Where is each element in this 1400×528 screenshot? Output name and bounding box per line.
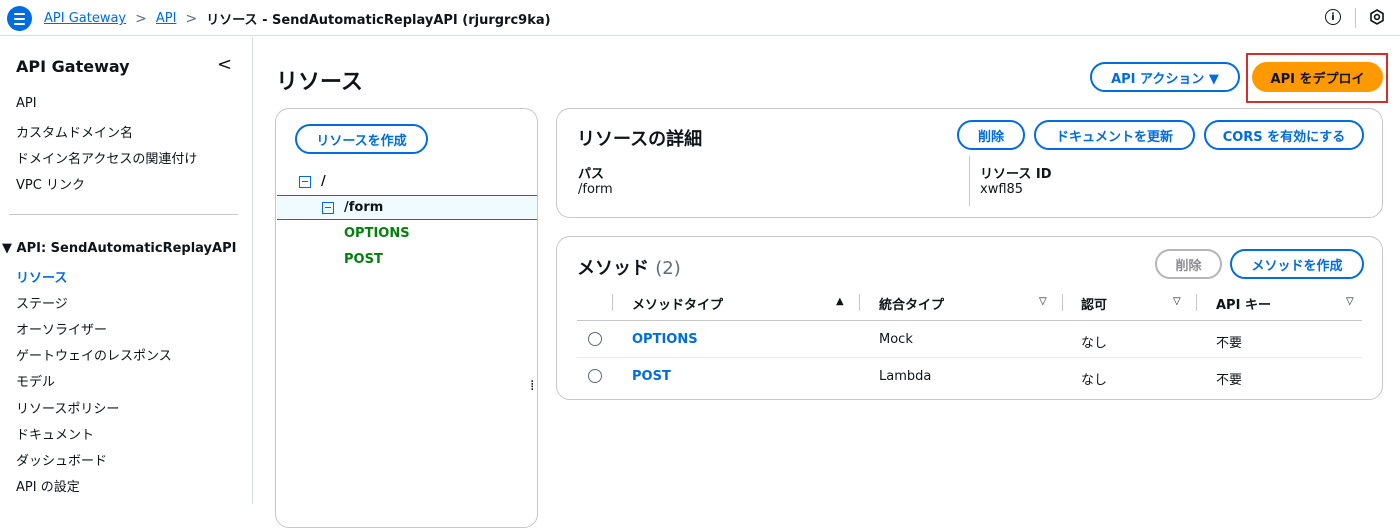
methods-title-text: メソッド bbox=[577, 258, 649, 279]
table-row-divider bbox=[577, 357, 1362, 358]
methods-title: メソッド (2) bbox=[577, 254, 681, 280]
tree-node-form-label: /form bbox=[344, 200, 384, 215]
breadcrumb-current: リソース - SendAutomaticReplayAPI (rjurgrc9k… bbox=[206, 13, 551, 28]
method-link-post[interactable]: POST bbox=[632, 369, 671, 384]
sidebar-item-models[interactable]: モデル bbox=[16, 371, 55, 390]
method-link-options[interactable]: OPTIONS bbox=[632, 332, 698, 347]
integration-type-cell: Mock bbox=[879, 332, 913, 347]
breadcrumb-separator: > bbox=[135, 10, 147, 27]
collapse-sidebar-icon[interactable]: < bbox=[217, 54, 232, 75]
create-resource-button[interactable]: リソースを作成 bbox=[295, 124, 428, 154]
breadcrumb-api-gateway[interactable]: API Gateway bbox=[44, 11, 126, 26]
sidebar-item-api-settings[interactable]: API の設定 bbox=[16, 476, 80, 495]
sidebar-item-dashboard[interactable]: ダッシュボード bbox=[16, 450, 107, 469]
column-header-integration-type[interactable]: 統合タイプ bbox=[879, 294, 944, 313]
sidebar-item-stages[interactable]: ステージ bbox=[16, 293, 68, 312]
panel-resize-handle[interactable]: ⁞ bbox=[530, 378, 534, 394]
deploy-api-button[interactable]: API をデプロイ bbox=[1252, 62, 1383, 92]
sidebar-item-api[interactable]: API bbox=[16, 96, 37, 111]
path-value: /form bbox=[578, 182, 613, 197]
sort-ascending-icon[interactable]: ▲ bbox=[836, 296, 844, 307]
column-separator bbox=[1196, 294, 1197, 311]
collapse-icon[interactable] bbox=[299, 175, 311, 188]
sidebar-divider bbox=[9, 214, 238, 215]
resource-id-label: リソース ID bbox=[980, 167, 1052, 182]
tree-method-post[interactable]: POST bbox=[344, 252, 383, 267]
sidebar: API Gateway < API カスタムドメイン名 ドメイン名アクセスの関連… bbox=[0, 37, 253, 504]
column-header-api-key[interactable]: API キー bbox=[1216, 294, 1271, 313]
resource-detail-title: リソースの詳細 bbox=[577, 129, 703, 150]
tree-node-root-label: / bbox=[321, 174, 326, 189]
update-documentation-button[interactable]: ドキュメントを更新 bbox=[1034, 120, 1195, 150]
tree-node-root[interactable]: / bbox=[299, 174, 326, 189]
resource-id-value: xwfl85 bbox=[980, 182, 1024, 197]
table-header-line bbox=[577, 320, 1362, 321]
create-method-button[interactable]: メソッドを作成 bbox=[1230, 249, 1364, 279]
sidebar-item-resources[interactable]: リソース bbox=[16, 267, 67, 286]
api-key-cell: 不要 bbox=[1216, 373, 1243, 388]
sidebar-item-documentation[interactable]: ドキュメント bbox=[16, 424, 94, 443]
sort-icon[interactable]: ▽ bbox=[1173, 296, 1181, 307]
sidebar-item-custom-domain[interactable]: カスタムドメイン名 bbox=[16, 122, 133, 141]
sidebar-section-api[interactable]: ▼ API: SendAutomaticReplayAPI bbox=[2, 241, 236, 256]
resource-tree-panel bbox=[275, 108, 538, 528]
top-navigation-bar: API Gateway > API > リソース - SendAutomatic… bbox=[0, 0, 1400, 36]
tree-selected-row bbox=[277, 195, 537, 220]
column-header-authorization[interactable]: 認可 bbox=[1081, 294, 1107, 313]
sidebar-item-domain-access[interactable]: ドメイン名アクセスの関連付け bbox=[16, 148, 197, 167]
settings-icon[interactable] bbox=[1369, 9, 1385, 25]
sort-icon[interactable]: ▽ bbox=[1039, 296, 1047, 307]
enable-cors-button[interactable]: CORS を有効にする bbox=[1204, 120, 1364, 150]
sidebar-item-authorizers[interactable]: オーソライザー bbox=[16, 319, 107, 338]
column-header-method-type[interactable]: メソッドタイプ bbox=[632, 294, 723, 313]
column-separator bbox=[859, 294, 860, 311]
column-separator bbox=[1062, 294, 1063, 311]
tree-node-form[interactable]: /form bbox=[322, 200, 383, 215]
detail-divider bbox=[969, 156, 970, 206]
breadcrumb: API Gateway > API > リソース - SendAutomatic… bbox=[44, 9, 551, 29]
sidebar-title: API Gateway bbox=[16, 57, 130, 76]
api-actions-button[interactable]: API アクション ▼ bbox=[1090, 62, 1240, 92]
sort-icon[interactable]: ▽ bbox=[1346, 296, 1354, 307]
collapse-icon[interactable] bbox=[322, 201, 334, 214]
tree-method-options[interactable]: OPTIONS bbox=[344, 226, 410, 241]
api-key-cell: 不要 bbox=[1216, 336, 1243, 351]
integration-type-cell: Lambda bbox=[879, 369, 932, 384]
row-radio-button[interactable] bbox=[588, 369, 602, 383]
authorization-cell: なし bbox=[1081, 336, 1108, 351]
sidebar-item-gateway-responses[interactable]: ゲートウェイのレスポンス bbox=[16, 345, 172, 364]
methods-count: (2) bbox=[655, 258, 681, 279]
breadcrumb-separator: > bbox=[185, 10, 198, 27]
sidebar-item-resource-policy[interactable]: リソースポリシー bbox=[16, 398, 119, 417]
menu-icon[interactable] bbox=[7, 6, 32, 31]
info-icon[interactable]: i bbox=[1325, 9, 1341, 25]
breadcrumb-api[interactable]: API bbox=[156, 11, 177, 26]
delete-resource-button[interactable]: 削除 bbox=[957, 120, 1025, 150]
path-label: パス bbox=[578, 167, 605, 182]
column-separator bbox=[612, 294, 613, 311]
row-radio-button[interactable] bbox=[588, 332, 602, 346]
authorization-cell: なし bbox=[1081, 373, 1108, 388]
sidebar-item-vpc-link[interactable]: VPC リンク bbox=[16, 174, 85, 193]
page-title: リソース bbox=[276, 70, 363, 95]
header-divider bbox=[1355, 8, 1356, 28]
delete-method-button[interactable]: 削除 bbox=[1155, 249, 1222, 279]
